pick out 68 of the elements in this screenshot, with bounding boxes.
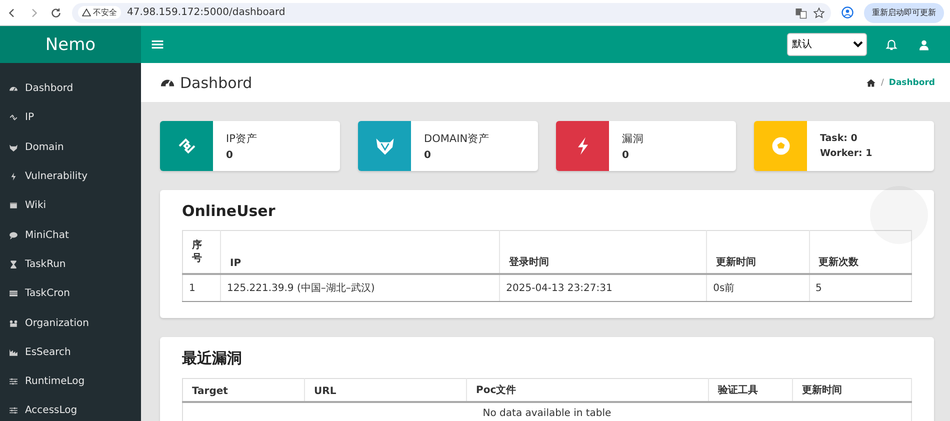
language-select[interactable]: 默认 — [787, 33, 867, 56]
info-box-value: 0 — [622, 150, 630, 160]
brand-name: Nemo — [45, 34, 96, 54]
table-cell: 5 — [809, 274, 912, 302]
sidebar-item[interactable]: Organization — [0, 308, 141, 338]
sidebar-item[interactable]: TaskRun — [0, 250, 141, 280]
table-cell: 1 — [182, 274, 220, 302]
hourglass-icon — [9, 260, 18, 269]
reload-icon — [50, 6, 62, 18]
table-cell: 0s前 — [706, 274, 810, 302]
sidebar-item[interactable]: MiniChat — [0, 220, 141, 250]
page-title: Dashbord — [180, 74, 254, 92]
column-header: Poc文件 — [466, 378, 708, 402]
server-icon — [9, 289, 18, 298]
sidebar-item[interactable]: TaskCron — [0, 279, 141, 308]
column-header: 更新时间 — [792, 378, 912, 402]
update-button[interactable]: 重新启动即可更新 — [864, 2, 944, 22]
home-icon[interactable] — [866, 78, 876, 88]
sidebar-item[interactable]: Vulnerability — [0, 162, 141, 192]
sidebar-item[interactable]: Wiki — [0, 191, 141, 220]
info-box-stat: Task: 0 — [820, 133, 858, 144]
bell-icon[interactable] — [885, 38, 898, 51]
card-title: OnlineUser — [182, 202, 276, 220]
column-header: URL — [304, 378, 466, 402]
column-header: IP — [220, 230, 500, 274]
sidebar-item[interactable]: Dashbord — [0, 74, 141, 104]
column-header: Target — [182, 378, 304, 402]
breadcrumb-current: Dashbord — [888, 78, 935, 88]
dashboard-gauge-icon — [9, 84, 18, 94]
sliders-icon — [9, 406, 18, 416]
sidebar-item[interactable]: AccessLog — [0, 396, 141, 421]
column-header: 更新次数 — [809, 230, 912, 274]
info-box-label: IP资产 — [226, 132, 258, 146]
user-icon[interactable] — [918, 38, 930, 50]
people-icon — [9, 318, 18, 328]
sliders-icon — [9, 377, 18, 386]
column-header: 验证工具 — [708, 378, 792, 402]
security-label: 不安全 — [93, 7, 117, 18]
bookmark-star-icon — [813, 6, 825, 18]
info-box-value: 0 — [424, 150, 432, 160]
menu-icon[interactable] — [151, 38, 164, 51]
sidebar-item[interactable]: RuntimeLog — [0, 366, 141, 396]
card-title: 最近漏洞 — [182, 349, 243, 368]
chat-bubble-icon — [9, 230, 18, 240]
book-icon — [9, 201, 18, 210]
sidebar-item[interactable]: IP — [0, 103, 141, 133]
url-text: 47.98.159.172:5000/dashboard — [127, 7, 286, 18]
soccer-ball-icon — [770, 136, 790, 156]
sidebar-item[interactable]: EsSearch — [0, 338, 141, 367]
translate-icon — [795, 6, 807, 18]
breadcrumb-separator: / — [881, 78, 884, 88]
column-header: 更新时间 — [706, 230, 810, 274]
info-box-stat: Worker: 1 — [820, 148, 872, 159]
table-cell: 2025-04-13 23:27:31 — [500, 274, 707, 302]
column-header: 登录时间 — [500, 230, 707, 274]
fox-icon — [374, 136, 394, 156]
info-box-label: DOMAIN资产 — [424, 132, 490, 146]
warning-icon — [82, 8, 91, 17]
empty-table-message: No data available in table — [182, 402, 912, 421]
table-cell: 125.221.39.9 (中国–湖北–武汉) — [220, 274, 500, 302]
address-bar[interactable]: 不安全 47.98.159.172:5000/dashboard — [72, 2, 831, 22]
column-header: 序号 — [182, 230, 220, 274]
profile-icon — [841, 6, 854, 19]
info-box-label: 漏洞 — [622, 132, 644, 146]
fox-icon — [9, 142, 18, 152]
info-box-value: 0 — [226, 150, 234, 160]
sidebar-item[interactable]: Domain — [0, 132, 141, 162]
lightning-icon — [9, 172, 18, 182]
